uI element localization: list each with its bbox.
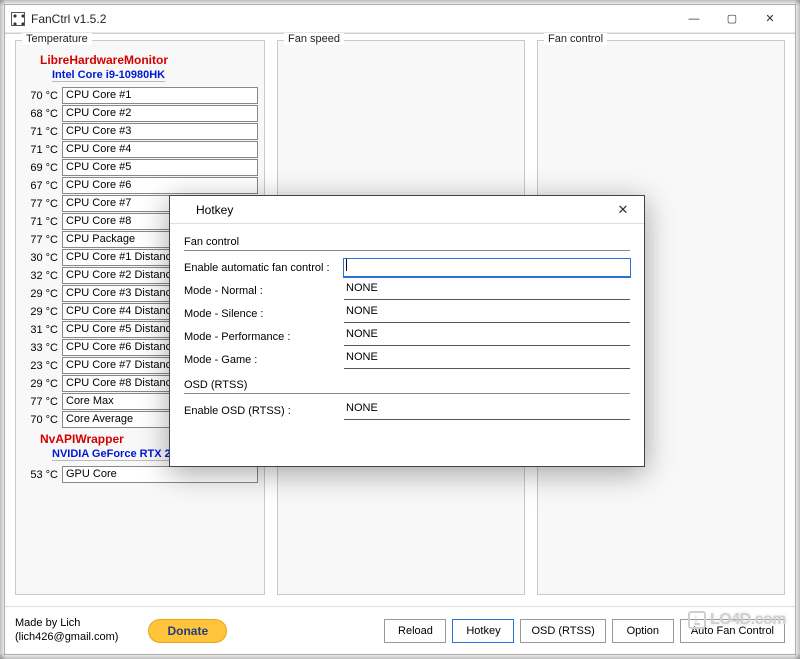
credits-line1: Made by Lich <box>15 617 118 630</box>
temp-row: 70 °CCPU Core #1 <box>22 87 258 104</box>
hotkey-row: Mode - Normal :NONE <box>184 282 630 300</box>
temp-row: 71 °CCPU Core #4 <box>22 141 258 158</box>
temp-value: 30 °C <box>22 252 62 264</box>
hotkey-title: Hotkey <box>196 203 610 217</box>
temp-value: 77 °C <box>22 198 62 210</box>
dialog-icon <box>178 204 190 216</box>
footer-bar: Made by Lich (lich426@gmail.com) Donate … <box>5 606 795 654</box>
temp-value: 67 °C <box>22 180 62 192</box>
hotkey-input[interactable]: NONE <box>344 282 630 300</box>
temp-value: 70 °C <box>22 90 62 102</box>
hotkey-dialog: Hotkey ✕ Fan control Enable automatic fa… <box>169 195 645 467</box>
main-titlebar: FanCtrl v1.5.2 — ▢ ✕ <box>5 5 795 33</box>
app-icon <box>11 12 25 26</box>
temp-name-input[interactable]: CPU Core #6 <box>62 177 258 194</box>
hotkey-label: Mode - Performance : <box>184 331 344 343</box>
temp-row: 71 °CCPU Core #3 <box>22 123 258 140</box>
temperature-panel-label: Temperature <box>22 33 92 45</box>
divider <box>184 393 630 394</box>
hotkey-label: Enable automatic fan control : <box>184 262 344 274</box>
temp-name-input[interactable]: GPU Core <box>62 466 258 483</box>
temp-source-lhm: LibreHardwareMonitor <box>40 53 258 67</box>
reload-button[interactable]: Reload <box>384 619 446 643</box>
hotkey-input[interactable]: NONE <box>344 351 630 369</box>
fan-control-panel-label: Fan control <box>544 33 607 45</box>
window-title: FanCtrl v1.5.2 <box>31 12 675 26</box>
close-button[interactable]: ✕ <box>751 5 789 33</box>
watermark: LO4D.com <box>688 611 786 629</box>
fan-speed-panel-label: Fan speed <box>284 33 344 45</box>
temp-value: 31 °C <box>22 324 62 336</box>
temp-value: 71 °C <box>22 216 62 228</box>
hotkey-row-osd: Enable OSD (RTSS) : NONE <box>184 402 630 420</box>
credits: Made by Lich (lich426@gmail.com) <box>15 617 118 643</box>
divider <box>184 250 630 251</box>
hotkey-label-osd: Enable OSD (RTSS) : <box>184 405 344 417</box>
hotkey-label: Mode - Normal : <box>184 285 344 297</box>
donate-button[interactable]: Donate <box>148 619 227 643</box>
temp-value: 29 °C <box>22 306 62 318</box>
hotkey-close-button[interactable]: ✕ <box>610 202 636 218</box>
temp-device-cpu: Intel Core i9-10980HK <box>52 69 165 82</box>
temp-value: 68 °C <box>22 108 62 120</box>
temp-value: 71 °C <box>22 126 62 138</box>
minimize-button[interactable]: — <box>675 5 713 33</box>
maximize-button[interactable]: ▢ <box>713 5 751 33</box>
hotkey-row: Mode - Game :NONE <box>184 351 630 369</box>
hotkey-titlebar: Hotkey ✕ <box>170 196 644 224</box>
hotkey-button[interactable]: Hotkey <box>452 619 514 643</box>
hotkey-label: Mode - Silence : <box>184 308 344 320</box>
hotkey-input[interactable]: NONE <box>344 305 630 323</box>
hotkey-row: Mode - Performance :NONE <box>184 328 630 346</box>
temp-name-input[interactable]: CPU Core #1 <box>62 87 258 104</box>
osd-rtss-button[interactable]: OSD (RTSS) <box>520 619 605 643</box>
temp-value: 77 °C <box>22 234 62 246</box>
hotkey-section-osd: OSD (RTSS) <box>184 379 630 391</box>
credits-line2: (lich426@gmail.com) <box>15 631 118 644</box>
download-icon <box>688 611 706 629</box>
temp-value: 53 °C <box>22 469 62 481</box>
temp-value: 29 °C <box>22 288 62 300</box>
temp-name-input[interactable]: CPU Core #3 <box>62 123 258 140</box>
hotkey-row: Enable automatic fan control : <box>184 259 630 277</box>
temp-value: 23 °C <box>22 360 62 372</box>
temp-name-input[interactable]: CPU Core #4 <box>62 141 258 158</box>
hotkey-label: Mode - Game : <box>184 354 344 366</box>
hotkey-input[interactable] <box>344 259 630 277</box>
temp-value: 33 °C <box>22 342 62 354</box>
temp-value: 29 °C <box>22 378 62 390</box>
hotkey-row: Mode - Silence :NONE <box>184 305 630 323</box>
hotkey-input[interactable]: NONE <box>344 328 630 346</box>
temp-value: 70 °C <box>22 414 62 426</box>
temp-name-input[interactable]: CPU Core #5 <box>62 159 258 176</box>
temp-row: 53 °CGPU Core <box>22 466 258 483</box>
hotkey-section-fan-control: Fan control <box>184 236 630 248</box>
temp-row: 67 °CCPU Core #6 <box>22 177 258 194</box>
temp-row: 69 °CCPU Core #5 <box>22 159 258 176</box>
watermark-text: LO4D.com <box>710 611 786 629</box>
temp-row: 68 °CCPU Core #2 <box>22 105 258 122</box>
temp-name-input[interactable]: CPU Core #2 <box>62 105 258 122</box>
temp-value: 32 °C <box>22 270 62 282</box>
temp-value: 77 °C <box>22 396 62 408</box>
temp-value: 71 °C <box>22 144 62 156</box>
option-button[interactable]: Option <box>612 619 674 643</box>
hotkey-input-osd[interactable]: NONE <box>344 402 630 420</box>
temp-value: 69 °C <box>22 162 62 174</box>
